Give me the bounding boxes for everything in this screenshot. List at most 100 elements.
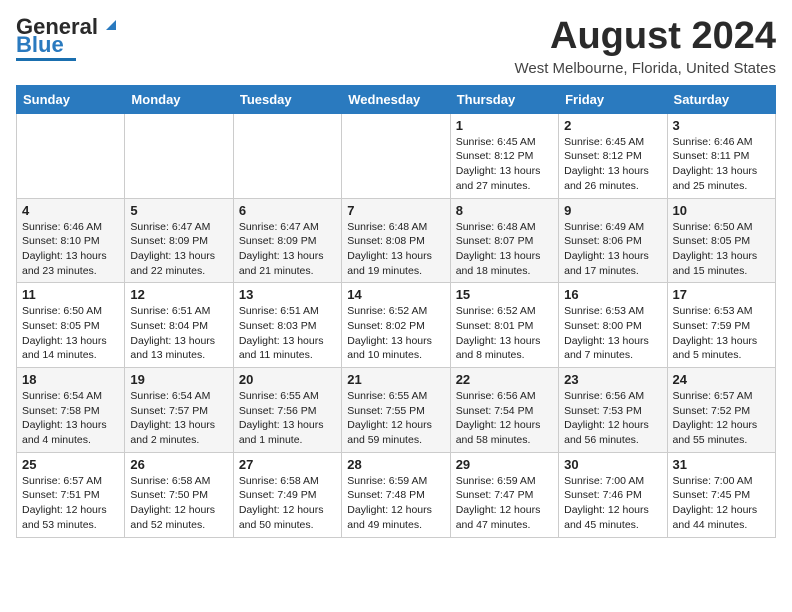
- calendar-cell: 29 Sunrise: 6:59 AM Sunset: 7:47 PM Dayli…: [450, 452, 558, 537]
- day-info: Sunrise: 6:57 AM Sunset: 7:52 PM Dayligh…: [673, 389, 770, 448]
- day-number: 11: [22, 287, 119, 302]
- calendar-cell: 14 Sunrise: 6:52 AM Sunset: 8:02 PM Dayli…: [342, 283, 450, 368]
- calendar-cell: 22 Sunrise: 6:56 AM Sunset: 7:54 PM Dayli…: [450, 368, 558, 453]
- day-info: Sunrise: 6:58 AM Sunset: 7:50 PM Dayligh…: [130, 474, 227, 533]
- calendar-cell: 7Sunrise: 6:48 AM Sunset: 8:08 PM Daylig…: [342, 198, 450, 283]
- day-info: Sunrise: 7:00 AM Sunset: 7:46 PM Dayligh…: [564, 474, 661, 533]
- day-number: 31: [673, 457, 770, 472]
- calendar-cell: 25Sunrise: 6:57 AM Sunset: 7:51 PM Dayli…: [17, 452, 125, 537]
- calendar-cell: [233, 113, 341, 198]
- calendar-cell: 2Sunrise: 6:45 AM Sunset: 8:12 PM Daylig…: [559, 113, 667, 198]
- day-number: 29: [456, 457, 553, 472]
- day-number: 1: [456, 118, 553, 133]
- day-info: Sunrise: 6:55 AM Sunset: 7:55 PM Dayligh…: [347, 389, 444, 448]
- day-info: Sunrise: 6:56 AM Sunset: 7:53 PM Dayligh…: [564, 389, 661, 448]
- weekday-header-thursday: Thursday: [450, 85, 558, 113]
- day-info: Sunrise: 6:53 AM Sunset: 7:59 PM Dayligh…: [673, 304, 770, 363]
- subtitle: West Melbourne, Florida, United States: [514, 60, 776, 77]
- day-number: 13: [239, 287, 336, 302]
- calendar-week-row: 1 Sunrise: 6:45 AM Sunset: 8:12 PM Daylig…: [17, 113, 776, 198]
- weekday-header-tuesday: Tuesday: [233, 85, 341, 113]
- day-number: 28: [347, 457, 444, 472]
- calendar-cell: 1 Sunrise: 6:45 AM Sunset: 8:12 PM Daylig…: [450, 113, 558, 198]
- day-info: Sunrise: 6:48 AM Sunset: 8:08 PM Dayligh…: [347, 220, 444, 279]
- calendar-week-row: 25Sunrise: 6:57 AM Sunset: 7:51 PM Dayli…: [17, 452, 776, 537]
- day-number: 23: [564, 372, 661, 387]
- calendar-cell: 18Sunrise: 6:54 AM Sunset: 7:58 PM Dayli…: [17, 368, 125, 453]
- calendar-cell: 8 Sunrise: 6:48 AM Sunset: 8:07 PM Daylig…: [450, 198, 558, 283]
- day-info: Sunrise: 6:45 AM Sunset: 8:12 PM Dayligh…: [456, 135, 553, 194]
- day-number: 22: [456, 372, 553, 387]
- day-number: 30: [564, 457, 661, 472]
- day-number: 8: [456, 203, 553, 218]
- calendar-table: SundayMondayTuesdayWednesdayThursdayFrid…: [16, 85, 776, 538]
- day-number: 4: [22, 203, 119, 218]
- day-info: Sunrise: 6:47 AM Sunset: 8:09 PM Dayligh…: [130, 220, 227, 279]
- weekday-header-row: SundayMondayTuesdayWednesdayThursdayFrid…: [17, 85, 776, 113]
- day-info: Sunrise: 6:56 AM Sunset: 7:54 PM Dayligh…: [456, 389, 553, 448]
- day-number: 12: [130, 287, 227, 302]
- calendar-week-row: 11Sunrise: 6:50 AM Sunset: 8:05 PM Dayli…: [17, 283, 776, 368]
- day-info: Sunrise: 6:59 AM Sunset: 7:47 PM Dayligh…: [456, 474, 553, 533]
- calendar-cell: 31 Sunrise: 7:00 AM Sunset: 7:45 PM Dayli…: [667, 452, 775, 537]
- day-number: 16: [564, 287, 661, 302]
- calendar-cell: 20 Sunrise: 6:55 AM Sunset: 7:56 PM Dayli…: [233, 368, 341, 453]
- logo-line: [16, 58, 76, 61]
- calendar-week-row: 4Sunrise: 6:46 AM Sunset: 8:10 PM Daylig…: [17, 198, 776, 283]
- day-number: 9: [564, 203, 661, 218]
- day-info: Sunrise: 6:52 AM Sunset: 8:02 PM Dayligh…: [347, 304, 444, 363]
- day-info: Sunrise: 6:48 AM Sunset: 8:07 PM Dayligh…: [456, 220, 553, 279]
- day-number: 27: [239, 457, 336, 472]
- calendar-cell: 13Sunrise: 6:51 AM Sunset: 8:03 PM Dayli…: [233, 283, 341, 368]
- day-info: Sunrise: 7:00 AM Sunset: 7:45 PM Dayligh…: [673, 474, 770, 533]
- day-number: 20: [239, 372, 336, 387]
- calendar-cell: 4Sunrise: 6:46 AM Sunset: 8:10 PM Daylig…: [17, 198, 125, 283]
- calendar-cell: 30 Sunrise: 7:00 AM Sunset: 7:46 PM Dayli…: [559, 452, 667, 537]
- calendar-cell: 28 Sunrise: 6:59 AM Sunset: 7:48 PM Dayli…: [342, 452, 450, 537]
- logo-blue-text: Blue: [16, 34, 64, 56]
- day-number: 26: [130, 457, 227, 472]
- day-info: Sunrise: 6:50 AM Sunset: 8:05 PM Dayligh…: [673, 220, 770, 279]
- calendar-cell: 24 Sunrise: 6:57 AM Sunset: 7:52 PM Dayli…: [667, 368, 775, 453]
- day-info: Sunrise: 6:57 AM Sunset: 7:51 PM Dayligh…: [22, 474, 119, 533]
- day-info: Sunrise: 6:51 AM Sunset: 8:04 PM Dayligh…: [130, 304, 227, 363]
- calendar-cell: 21 Sunrise: 6:55 AM Sunset: 7:55 PM Dayli…: [342, 368, 450, 453]
- calendar-cell: 5Sunrise: 6:47 AM Sunset: 8:09 PM Daylig…: [125, 198, 233, 283]
- weekday-header-monday: Monday: [125, 85, 233, 113]
- day-number: 18: [22, 372, 119, 387]
- calendar-cell: 17 Sunrise: 6:53 AM Sunset: 7:59 PM Dayli…: [667, 283, 775, 368]
- calendar-cell: [125, 113, 233, 198]
- day-number: 17: [673, 287, 770, 302]
- title-block: August 2024 West Melbourne, Florida, Uni…: [514, 16, 776, 77]
- logo-triangle-icon: [100, 14, 122, 36]
- calendar-cell: [342, 113, 450, 198]
- calendar-cell: 10 Sunrise: 6:50 AM Sunset: 8:05 PM Dayli…: [667, 198, 775, 283]
- day-info: Sunrise: 6:55 AM Sunset: 7:56 PM Dayligh…: [239, 389, 336, 448]
- day-info: Sunrise: 6:46 AM Sunset: 8:11 PM Dayligh…: [673, 135, 770, 194]
- day-number: 21: [347, 372, 444, 387]
- calendar-cell: 11Sunrise: 6:50 AM Sunset: 8:05 PM Dayli…: [17, 283, 125, 368]
- weekday-header-saturday: Saturday: [667, 85, 775, 113]
- day-info: Sunrise: 6:54 AM Sunset: 7:57 PM Dayligh…: [130, 389, 227, 448]
- calendar-cell: 19Sunrise: 6:54 AM Sunset: 7:57 PM Dayli…: [125, 368, 233, 453]
- calendar-cell: 16Sunrise: 6:53 AM Sunset: 8:00 PM Dayli…: [559, 283, 667, 368]
- day-info: Sunrise: 6:49 AM Sunset: 8:06 PM Dayligh…: [564, 220, 661, 279]
- day-number: 24: [673, 372, 770, 387]
- calendar-cell: 12 Sunrise: 6:51 AM Sunset: 8:04 PM Dayli…: [125, 283, 233, 368]
- calendar-cell: 26 Sunrise: 6:58 AM Sunset: 7:50 PM Dayli…: [125, 452, 233, 537]
- weekday-header-wednesday: Wednesday: [342, 85, 450, 113]
- day-number: 2: [564, 118, 661, 133]
- calendar-week-row: 18Sunrise: 6:54 AM Sunset: 7:58 PM Dayli…: [17, 368, 776, 453]
- calendar-cell: 15Sunrise: 6:52 AM Sunset: 8:01 PM Dayli…: [450, 283, 558, 368]
- day-info: Sunrise: 6:59 AM Sunset: 7:48 PM Dayligh…: [347, 474, 444, 533]
- calendar-cell: 9 Sunrise: 6:49 AM Sunset: 8:06 PM Daylig…: [559, 198, 667, 283]
- calendar-cell: 27Sunrise: 6:58 AM Sunset: 7:49 PM Dayli…: [233, 452, 341, 537]
- day-number: 14: [347, 287, 444, 302]
- day-number: 10: [673, 203, 770, 218]
- calendar-cell: [17, 113, 125, 198]
- day-number: 3: [673, 118, 770, 133]
- day-info: Sunrise: 6:52 AM Sunset: 8:01 PM Dayligh…: [456, 304, 553, 363]
- logo: General Blue: [16, 16, 122, 61]
- main-title: August 2024: [514, 16, 776, 58]
- calendar-cell: 6Sunrise: 6:47 AM Sunset: 8:09 PM Daylig…: [233, 198, 341, 283]
